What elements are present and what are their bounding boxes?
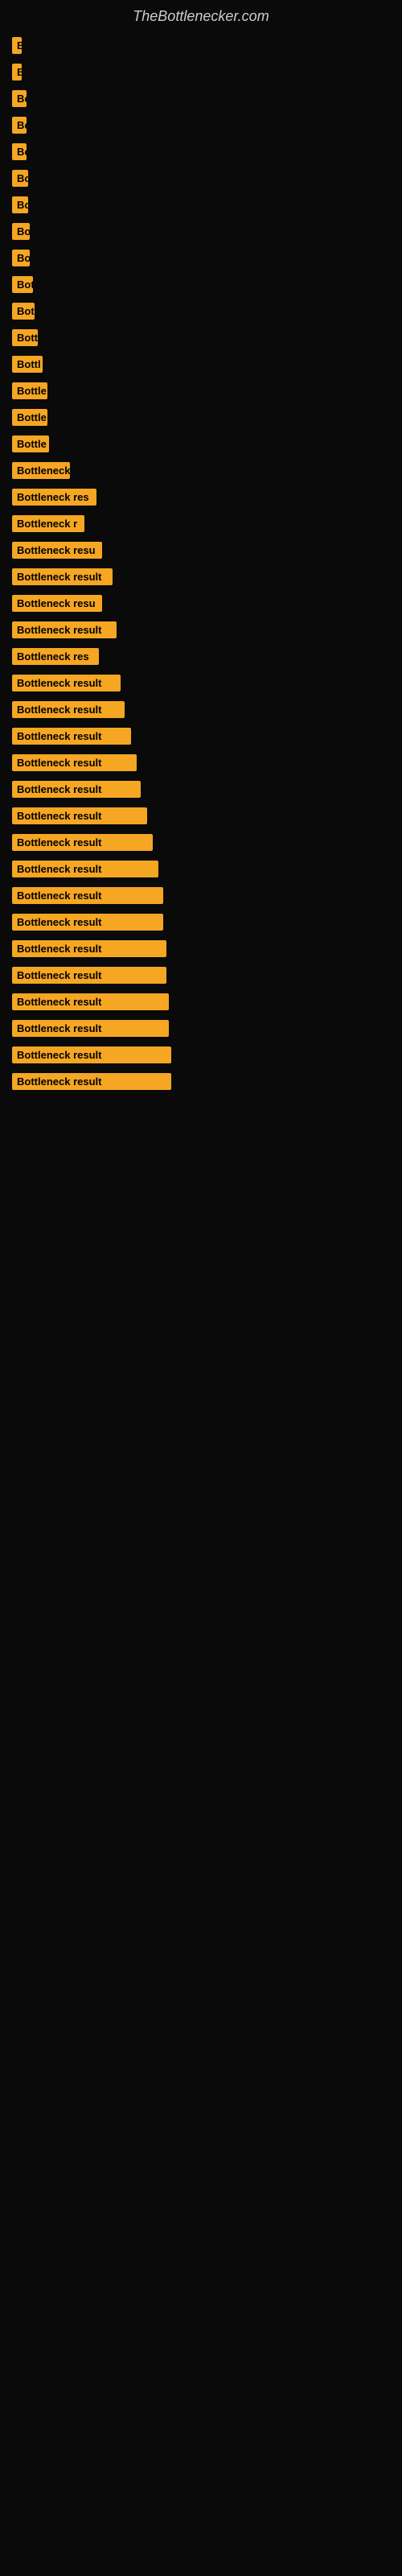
result-row: Bottleneck result [12,967,390,984]
result-label: Bottl [12,356,43,373]
result-label: Bo [12,223,30,240]
result-row: Bottleneck result [12,914,390,931]
result-row: Bo [12,223,390,240]
result-row: Bot [12,303,390,320]
result-label: Bottleneck res [12,489,96,506]
result-label: Bottleneck result [12,807,147,824]
result-row: Bo [12,117,390,134]
result-row: Bottleneck result [12,675,390,691]
result-label: Bottleneck resu [12,542,102,559]
result-label: Bottleneck res [12,648,99,665]
site-title: TheBottlenecker.com [0,0,402,29]
result-label: Bottleneck result [12,1046,171,1063]
result-label: Bottleneck result [12,940,166,957]
result-row: Bottleneck result [12,621,390,638]
results-container: BB Bo Bo Bo Bo Bo Bo Bo Bot Bot Bott Bottl Bottle Bot… [0,29,402,1108]
result-row: Bottle [12,409,390,426]
result-row: Bottl [12,356,390,373]
result-label: Bottleneck result [12,861,158,877]
result-row: Bottleneck result [12,993,390,1010]
result-label: Bottle [12,436,49,452]
result-label: Bo [12,90,27,107]
result-row: Bottleneck result [12,728,390,745]
result-row: Bottleneck result [12,754,390,771]
result-label: Bo [12,143,27,160]
result-label: B [12,64,22,80]
result-label: Bottleneck result [12,621,117,638]
result-label: Bot [12,276,33,293]
result-row: Bottleneck result [12,701,390,718]
result-label: Bo [12,250,30,266]
result-label: Bo [12,170,28,187]
result-label: Bo [12,196,28,213]
result-row: Bottleneck resu [12,542,390,559]
result-row: Bo [12,143,390,160]
result-label: Bottleneck result [12,568,113,585]
result-label: Bottleneck resu [12,595,102,612]
result-label: Bo [12,117,27,134]
result-row: Bottleneck resu [12,595,390,612]
result-label: Bottleneck result [12,701,125,718]
result-label: Bottleneck result [12,914,163,931]
result-label: Bottleneck result [12,754,137,771]
result-row: Bot [12,276,390,293]
result-label: Bottleneck result [12,1020,169,1037]
result-row: Bottleneck result [12,861,390,877]
result-row: Bottleneck result [12,834,390,851]
result-label: Bottleneck r [12,515,84,532]
result-row: Bottleneck result [12,568,390,585]
result-row: B [12,64,390,80]
result-label: Bottleneck result [12,675,121,691]
result-label: Bottleneck result [12,781,141,798]
result-label: Bottleneck result [12,728,131,745]
result-row: Bottleneck res [12,489,390,506]
result-label: Bottleneck result [12,834,153,851]
result-label: Bot [12,303,35,320]
result-label: Bottle [12,382,47,399]
result-label: B [12,37,22,54]
result-row: Bottleneck result [12,1020,390,1037]
result-label: Bottleneck result [12,967,166,984]
result-label: Bottleneck result [12,1073,171,1090]
result-row: Bottleneck res [12,648,390,665]
result-row: Bottleneck result [12,807,390,824]
result-label: Bottleneck [12,462,70,479]
result-label: Bottleneck result [12,993,169,1010]
result-row: Bottle [12,382,390,399]
result-row: Bottleneck result [12,940,390,957]
result-row: Bottleneck [12,462,390,479]
result-label: Bottleneck result [12,887,163,904]
result-row: Bo [12,250,390,266]
result-row: Bottleneck result [12,1073,390,1090]
result-row: Bottle [12,436,390,452]
result-row: Bottleneck result [12,781,390,798]
result-label: Bott [12,329,38,346]
result-label: Bottle [12,409,47,426]
result-row: Bott [12,329,390,346]
result-row: B [12,37,390,54]
result-row: Bo [12,170,390,187]
result-row: Bottleneck result [12,1046,390,1063]
result-row: Bo [12,196,390,213]
result-row: Bottleneck result [12,887,390,904]
result-row: Bottleneck r [12,515,390,532]
result-row: Bo [12,90,390,107]
